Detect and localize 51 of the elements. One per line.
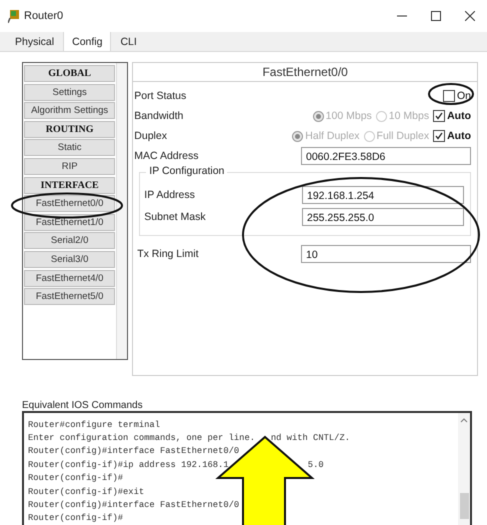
console-text: Router(config-if)#exit <box>28 486 144 497</box>
console-text: 5.0 <box>308 460 324 470</box>
field-label: Subnet Mask <box>144 211 207 223</box>
tab[interactable]: Config <box>63 32 112 51</box>
console-text: Router#configure terminal <box>28 420 160 430</box>
list-item[interactable]: Static <box>24 139 116 156</box>
list-item[interactable]: FastEthernet4/0 <box>24 270 116 287</box>
mac-address-field[interactable]: 0060.2FE3.58D6 <box>301 147 471 165</box>
console-text: Router(config)#interface FastEthernet0/0 <box>28 446 240 456</box>
list-item[interactable]: Serial3/0 <box>24 250 116 268</box>
console-text: Router(config)#interface FastEthernet0/0 <box>28 500 240 510</box>
list-item[interactable]: Algorithm Settings <box>24 102 116 120</box>
field-label: IP Address <box>144 189 196 201</box>
list-header[interactable]: INTERFACE <box>24 176 116 194</box>
close-icon <box>465 11 475 21</box>
group-legend: IP Configuration <box>146 165 228 177</box>
field-label: MAC Address <box>134 150 200 162</box>
tab[interactable]: CLI <box>111 32 146 51</box>
console-label: Equivalent IOS Commands <box>22 400 144 411</box>
panel-title: FastEthernet0/0 <box>133 63 477 82</box>
field-label: Port Status <box>134 90 188 102</box>
list-header[interactable]: ROUTING <box>24 120 116 138</box>
console-text: nd with CNTL/Z. <box>270 433 350 444</box>
field-label: Bandwidth <box>134 110 184 122</box>
check-icon <box>435 112 444 120</box>
maximize-icon <box>431 11 441 21</box>
console-text: Router(config-if)# <box>28 473 124 484</box>
scroll-thumb[interactable] <box>460 493 468 519</box>
console-text: Router(config-if)# <box>28 513 124 524</box>
window-title: Router0 <box>24 10 64 22</box>
on-checkbox[interactable]: On <box>442 90 471 102</box>
list-item[interactable]: RIP <box>24 158 116 175</box>
list-item[interactable]: FastEthernet0/0 <box>24 195 116 212</box>
input-field[interactable]: 10 <box>301 245 471 263</box>
list-item[interactable]: FastEthernet5/0 <box>24 288 116 306</box>
tab[interactable]: Physical <box>6 32 64 51</box>
caret-up-icon <box>460 417 468 423</box>
console-text: Router(config-if)#ip address 192.168.1 <box>28 460 229 470</box>
field-label: Duplex <box>134 130 168 142</box>
input-field[interactable]: 255.255.255.0 <box>302 208 464 226</box>
list-item[interactable]: Serial2/0 <box>24 232 116 250</box>
list-header[interactable]: GLOBAL <box>24 65 116 82</box>
scrollbar[interactable] <box>116 63 128 359</box>
field-label: Tx Ring Limit <box>136 248 200 260</box>
list-item[interactable]: Settings <box>24 84 116 101</box>
router-icon <box>8 10 19 22</box>
console-text: Enter configuration commands, one per line. <box>28 433 255 444</box>
input-field[interactable]: 192.168.1.254 <box>302 186 464 204</box>
scrollbar[interactable] <box>458 413 470 525</box>
check-icon <box>435 132 444 140</box>
annotation-ellipse <box>428 83 474 105</box>
